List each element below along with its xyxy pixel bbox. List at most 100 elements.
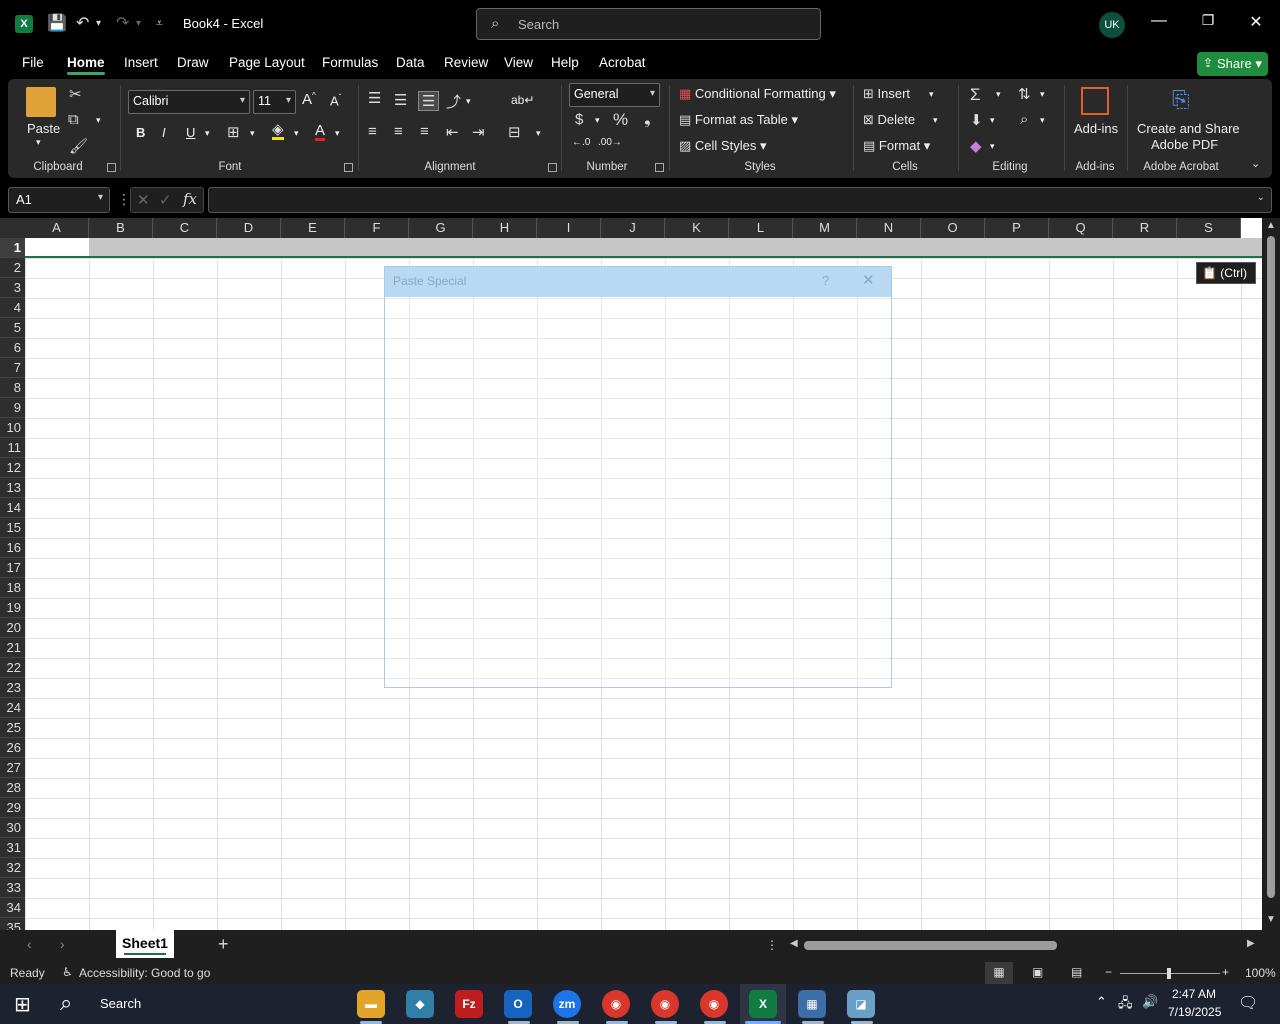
- conditional-formatting-button[interactable]: ▦ Conditional Formatting ▾: [679, 86, 836, 102]
- tab-home[interactable]: Home: [67, 55, 105, 75]
- paste-special-dialog[interactable]: Paste Special ? ✕: [384, 266, 892, 688]
- tab-file[interactable]: File: [22, 55, 44, 70]
- find-dropdown-icon[interactable]: ▾: [1040, 115, 1045, 126]
- column-header[interactable]: R: [1113, 218, 1177, 238]
- tab-draw[interactable]: Draw: [177, 55, 209, 70]
- add-ins-button[interactable]: Add-ins: [1074, 121, 1118, 136]
- row-header[interactable]: 19: [0, 598, 25, 618]
- font-color-dropdown-icon[interactable]: ▾: [335, 128, 340, 139]
- comma-style-icon[interactable]: ❟: [644, 109, 651, 129]
- undo-dropdown-icon[interactable]: ▾: [96, 18, 101, 29]
- file-explorer-icon[interactable]: ▬: [357, 990, 385, 1018]
- orientation-dropdown-icon[interactable]: ▾: [466, 96, 471, 107]
- font-launcher-icon[interactable]: [344, 163, 353, 172]
- chrome-icon[interactable]: ◉: [700, 990, 728, 1018]
- close-icon[interactable]: ✕: [862, 271, 875, 289]
- account-avatar[interactable]: UK: [1099, 12, 1125, 38]
- column-header[interactable]: K: [665, 218, 729, 238]
- row-header[interactable]: 35: [0, 918, 25, 930]
- normal-view-icon[interactable]: ▦: [985, 962, 1013, 984]
- column-header[interactable]: F: [345, 218, 409, 238]
- sort-filter-dropdown-icon[interactable]: ▾: [1040, 89, 1045, 100]
- column-header[interactable]: B: [89, 218, 153, 238]
- format-cells-button[interactable]: ▤ Format ▾: [863, 138, 930, 154]
- active-cell-a1[interactable]: [25, 238, 89, 258]
- row-header[interactable]: 13: [0, 478, 25, 498]
- paste-dropdown-icon[interactable]: ▾: [36, 137, 41, 148]
- row-header[interactable]: 31: [0, 838, 25, 858]
- column-header[interactable]: L: [729, 218, 793, 238]
- undo-icon[interactable]: ↶: [76, 13, 89, 33]
- align-center-icon[interactable]: ≡: [394, 123, 403, 140]
- column-header[interactable]: A: [25, 218, 89, 238]
- decrease-indent-icon[interactable]: ⇤: [446, 123, 459, 141]
- currency-icon[interactable]: $: [575, 111, 583, 128]
- insert-function-icon[interactable]: fx: [183, 190, 197, 208]
- scroll-down-icon[interactable]: ▼: [1266, 914, 1276, 925]
- row-header[interactable]: 33: [0, 878, 25, 898]
- zoom-app-icon[interactable]: zm: [553, 990, 581, 1018]
- create-pdf-icon[interactable]: ⎘: [1172, 87, 1190, 113]
- excel-taskbar-icon[interactable]: X: [749, 990, 777, 1018]
- row-header[interactable]: 28: [0, 778, 25, 798]
- row-header[interactable]: 5: [0, 318, 25, 338]
- worksheet-grid[interactable]: ABCDEFGHIJKLMNOPQRS 1 2 3 4 5 6 7 8 9 10 11 12 13 14 1…: [0, 218, 1262, 930]
- previous-sheet-icon[interactable]: ‹: [27, 936, 32, 952]
- paste-options-button[interactable]: 📋 (Ctrl) ▾: [1196, 262, 1256, 294]
- scroll-up-icon[interactable]: ▲: [1266, 220, 1276, 231]
- scroll-left-icon[interactable]: ◀: [790, 938, 798, 949]
- row-header[interactable]: 9: [0, 398, 25, 418]
- column-header[interactable]: N: [857, 218, 921, 238]
- tab-page-layout[interactable]: Page Layout: [229, 55, 305, 70]
- autosum-dropdown-icon[interactable]: ▾: [996, 89, 1001, 100]
- vertical-scroll-thumb[interactable]: [1267, 236, 1275, 898]
- decrease-decimal-icon[interactable]: .00→: [598, 137, 622, 148]
- row-header[interactable]: 27: [0, 758, 25, 778]
- borders-dropdown-icon[interactable]: ▾: [250, 128, 255, 139]
- currency-dropdown-icon[interactable]: ▾: [595, 115, 600, 126]
- network-icon[interactable]: 🖧: [1118, 994, 1133, 1016]
- row-header[interactable]: 2: [0, 258, 25, 278]
- zoom-slider-thumb[interactable]: [1167, 968, 1171, 979]
- outlook-icon[interactable]: O: [504, 990, 532, 1018]
- filezilla-icon[interactable]: Fz: [455, 990, 483, 1018]
- column-header[interactable]: I: [537, 218, 601, 238]
- column-header[interactable]: C: [153, 218, 217, 238]
- column-header[interactable]: P: [985, 218, 1049, 238]
- clear-dropdown-icon[interactable]: ▾: [990, 141, 995, 152]
- format-painter-icon[interactable]: 🖌: [69, 137, 88, 155]
- column-header[interactable]: S: [1177, 218, 1241, 238]
- row-header[interactable]: 21: [0, 638, 25, 658]
- align-right-icon[interactable]: ≡: [420, 123, 429, 140]
- cell-styles-button[interactable]: ▨ Cell Styles ▾: [679, 138, 766, 154]
- cut-icon[interactable]: ✂: [69, 85, 82, 103]
- row-header[interactable]: 17: [0, 558, 25, 578]
- copy-dropdown-icon[interactable]: ▾: [96, 115, 101, 126]
- underline-button[interactable]: U: [186, 125, 195, 140]
- collapse-ribbon-icon[interactable]: ⌄: [1251, 157, 1260, 170]
- zoom-in-icon[interactable]: +: [1222, 965, 1229, 979]
- column-header[interactable]: D: [217, 218, 281, 238]
- row-header[interactable]: 29: [0, 798, 25, 818]
- decrease-font-size-icon[interactable]: Aˇ: [330, 93, 341, 108]
- row-header[interactable]: 8: [0, 378, 25, 398]
- align-left-icon[interactable]: ≡: [368, 123, 377, 140]
- column-header[interactable]: H: [473, 218, 537, 238]
- save-icon[interactable]: 💾: [47, 13, 67, 33]
- percent-icon[interactable]: %: [613, 110, 628, 130]
- fill-color-icon[interactable]: ◈: [272, 122, 284, 140]
- share-button[interactable]: ⇪ Share ▾: [1197, 52, 1268, 76]
- tab-review[interactable]: Review: [444, 55, 488, 70]
- borders-icon[interactable]: ⊞: [227, 123, 240, 141]
- tab-acrobat[interactable]: Acrobat: [599, 55, 646, 70]
- page-break-view-icon[interactable]: ▤: [1071, 965, 1082, 979]
- help-icon[interactable]: ?: [822, 273, 829, 288]
- format-as-table-button[interactable]: ▤ Format as Table ▾: [679, 112, 798, 128]
- middle-align-icon[interactable]: ☰: [394, 91, 407, 109]
- row-header[interactable]: 14: [0, 498, 25, 518]
- row-header[interactable]: 26: [0, 738, 25, 758]
- top-align-icon[interactable]: ☰: [368, 89, 381, 107]
- row-header[interactable]: 1: [0, 238, 25, 258]
- row-header[interactable]: 22: [0, 658, 25, 678]
- italic-button[interactable]: I: [162, 125, 166, 140]
